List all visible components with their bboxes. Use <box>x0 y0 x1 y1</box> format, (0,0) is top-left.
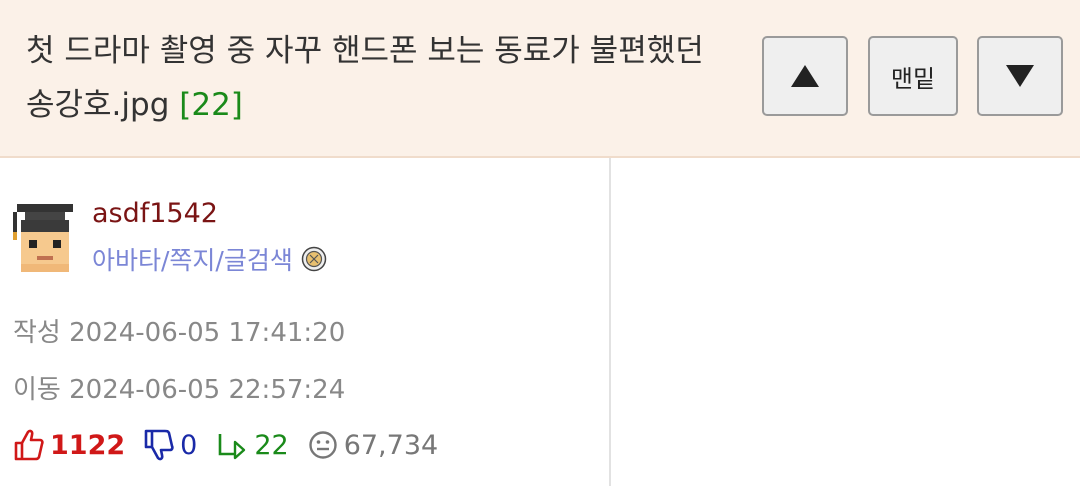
post-title: 첫 드라마 촬영 중 자꾸 핸드폰 보는 동료가 불편했던 송강호.jpg [2… <box>26 24 726 132</box>
view-count: 67,734 <box>343 429 439 461</box>
comment-count[interactable]: [22] <box>179 87 243 123</box>
author-links[interactable]: 아바타/쪽지/글검색 <box>92 241 327 277</box>
upvote-count: 1122 <box>50 429 126 461</box>
views-stat: 67,734 <box>307 429 438 461</box>
post-title-text: 첫 드라마 촬영 중 자꾸 핸드폰 보는 동료가 불편했던 송강호.jpg <box>26 33 704 123</box>
reply-count: 22 <box>254 429 289 461</box>
upvote-stat[interactable]: 1122 <box>13 428 125 462</box>
reply-stat[interactable]: 22 <box>215 428 289 462</box>
column-divider <box>609 158 611 486</box>
created-date: 작성 2024-06-05 17:41:20 <box>13 318 346 348</box>
scroll-up-button[interactable] <box>762 36 848 116</box>
author-username[interactable]: asdf1542 <box>92 198 218 229</box>
author-links-text[interactable]: 아바타/쪽지/글검색 <box>92 241 293 277</box>
smiley-views-icon <box>309 431 337 459</box>
thumbs-down-icon <box>144 429 174 461</box>
downvote-stat[interactable]: 0 <box>143 428 197 462</box>
reply-arrow-icon <box>219 434 246 460</box>
medal-icon <box>301 246 327 272</box>
triangle-up-icon <box>791 65 819 87</box>
post-header: 첫 드라마 촬영 중 자꾸 핸드폰 보는 동료가 불편했던 송강호.jpg [2… <box>0 0 1080 158</box>
triangle-down-icon <box>1006 65 1034 87</box>
go-bottom-button[interactable]: 맨밑 <box>868 36 958 116</box>
downvote-count: 0 <box>180 429 198 461</box>
user-avatar[interactable] <box>13 204 77 272</box>
moved-date: 이동 2024-06-05 22:57:24 <box>13 375 346 405</box>
thumbs-up-icon <box>14 429 44 461</box>
scroll-down-button[interactable] <box>977 36 1063 116</box>
post-stats: 1122 0 22 67,734 <box>13 425 456 465</box>
